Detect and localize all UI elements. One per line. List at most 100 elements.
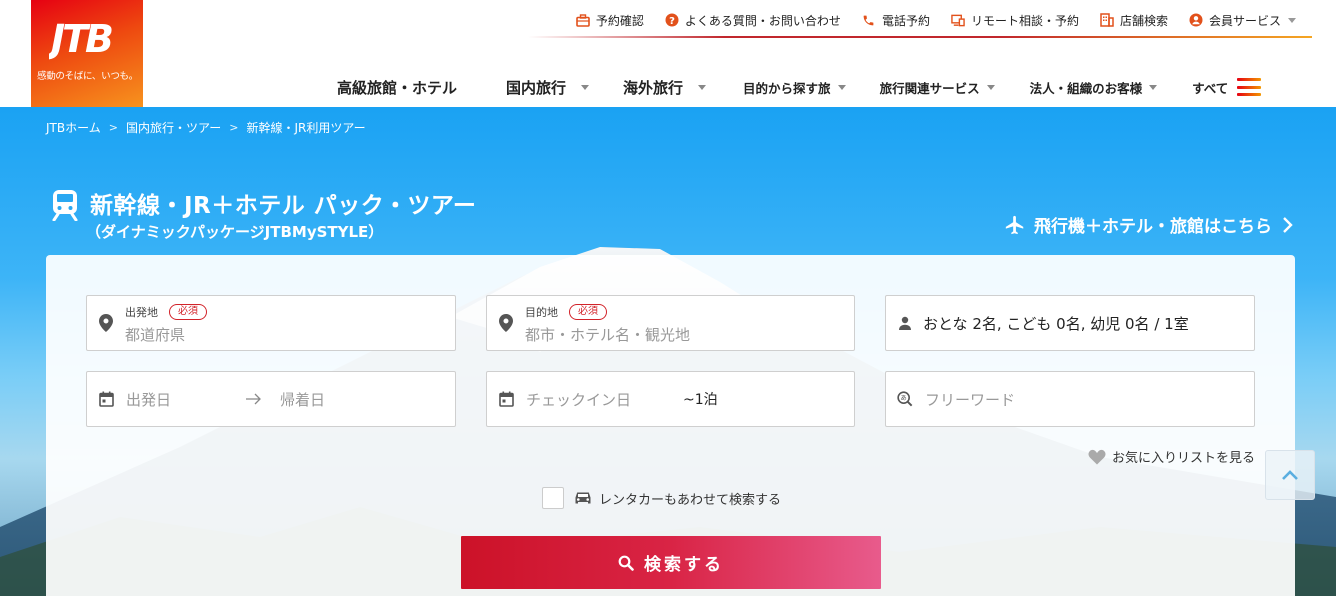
breadcrumb-domestic[interactable]: 国内旅行・ツアー [126,119,221,136]
heart-icon [1088,449,1106,464]
nav-overseas-travel-label: 海外旅行 [623,78,684,97]
nav-domestic-travel[interactable]: 国内旅行 [506,77,590,98]
origin-label: 出発地 [125,306,158,319]
chevron-down-icon [698,84,707,90]
required-badge: 必須 [569,304,607,320]
required-badge: 必須 [169,304,207,320]
location-pin-icon [98,314,114,332]
depart-date-placeholder: 出発日 [126,390,172,409]
rental-car-checkbox[interactable] [542,487,564,509]
chevron-right-icon: > [108,121,118,134]
util-faq-contact-label: よくある質問・お問い合わせ [684,13,841,28]
svg-text:?: ? [669,16,675,27]
origin-field[interactable]: 出発地 必須 都道府県 [86,295,456,351]
arrow-right-icon [246,393,261,405]
svg-text:あ: あ [901,395,907,402]
chevron-down-icon [1149,84,1158,90]
search-icon [618,555,634,571]
nav-corporate[interactable]: 法人・組織のお客様 [1030,78,1158,97]
nav-domestic-travel-label: 国内旅行 [506,78,567,97]
nav-corporate-label: 法人・組織のお客様 [1029,80,1143,96]
site-header: JTB 感動のそばに、いつも。 予約確認 ? よくある質問・お問い合わせ 電話予… [0,0,1336,107]
phone-icon [862,13,876,27]
main-nav: 高級旅館・ホテル 国内旅行 海外旅行 目的から探す旅 旅行関連サービス 法人・組… [337,74,1262,100]
question-icon: ? [665,13,679,27]
destination-label: 目的地 [525,306,558,319]
chevron-right-icon: > [229,121,239,134]
util-faq-contact[interactable]: ? よくある質問・お問い合わせ [665,12,841,29]
store-icon [1100,13,1114,27]
jtb-logo-mark: JTB [49,17,115,60]
page-subtitle: （ダイナミックパッケージJTBMySTYLE） [86,223,384,241]
util-phone-booking[interactable]: 電話予約 [862,12,930,29]
util-phone-booking-label: 電話予約 [881,13,930,28]
util-store-search-label: 店舗検索 [1119,13,1168,28]
nights-value: ~1泊 [683,392,718,408]
keyword-search-icon: あ [897,390,913,408]
hamburger-menu-icon [1237,78,1262,96]
checkin-placeholder: チェックイン日 [526,390,632,409]
destination-field[interactable]: 目的地 必須 都市・ホテル名・観光地 [486,295,855,351]
nav-luxury-ryokan-hotel-label: 高級旅館・ホテル [337,78,458,97]
chevron-up-icon [1282,470,1298,480]
calendar-icon [498,390,514,408]
calendar-icon [98,390,114,408]
chevron-down-icon [581,84,590,90]
util-member-services[interactable]: 会員サービス [1189,12,1296,29]
chevron-down-icon [986,84,995,90]
search-button[interactable]: 検索する [461,536,881,589]
chevron-right-icon [1283,216,1293,233]
util-reservation-check-label: 予約確認 [595,13,644,28]
chevron-down-icon [837,84,846,90]
favorites-link[interactable]: お気に入りリストを見る [1088,447,1255,466]
page-heading: 新幹線・JR＋ホテル パック・ツアー （ダイナミックパッケージJTBMySTYL… [51,186,476,242]
date-range-field[interactable]: 出発日 帰着日 [86,371,456,427]
utility-nav: 予約確認 ? よくある質問・お問い合わせ 電話予約 リモート相談・予約 店舗検索 [555,8,1296,32]
util-remote-consult-label: リモート相談・予約 [970,13,1079,28]
rental-car-label: レンタカーもあわせて検索する [599,492,782,508]
train-icon [52,190,78,221]
nav-luxury-ryokan-hotel[interactable]: 高級旅館・ホテル [337,77,457,98]
origin-placeholder: 都道府県 [125,326,186,344]
util-nav-divider [528,36,1312,38]
nav-travel-services-label: 旅行関連サービス [879,80,980,96]
user-circle-icon [1189,13,1203,27]
nav-all[interactable]: すべて [1192,78,1262,97]
person-icon [897,314,913,332]
util-reservation-check[interactable]: 予約確認 [576,12,644,29]
checkin-field[interactable]: チェックイン日 ~1泊 [486,371,855,427]
car-icon [575,492,591,504]
util-member-services-label: 会員サービス [1208,13,1281,28]
travelers-field[interactable]: おとな 2名, こども 0名, 幼児 0名 / 1室 [885,295,1255,351]
search-button-label: 検索する [644,555,724,575]
remote-consult-icon [951,13,965,27]
breadcrumb-home[interactable]: JTBホーム [46,119,101,136]
svg-text:JTB: JTB [49,17,112,60]
hero-section: JTBホーム > 国内旅行・ツアー > 新幹線・JR利用ツアー 新幹線・JR＋ホ… [0,107,1336,596]
airplane-icon [1005,215,1024,234]
destination-placeholder: 都市・ホテル名・観光地 [525,326,691,344]
flight-hotel-link[interactable]: 飛行機＋ホテル・旅館はこちら [1004,212,1294,237]
chevron-down-icon [1288,17,1296,23]
breadcrumb-current: 新幹線・JR利用ツアー [246,121,366,135]
util-remote-consult[interactable]: リモート相談・予約 [951,12,1079,29]
back-to-top-button[interactable] [1265,450,1315,500]
breadcrumb: JTBホーム > 国内旅行・ツアー > 新幹線・JR利用ツアー [46,119,366,136]
favorites-link-label: お気に入りリストを見る [1111,451,1255,466]
nav-all-label: すべて [1192,80,1229,96]
logo-tagline: 感動のそばに、いつも。 [37,71,138,82]
travelers-value: おとな 2名, こども 0名, 幼児 0名 / 1室 [923,314,1189,333]
page-title: 新幹線・JR＋ホテル パック・ツアー [90,193,477,219]
return-date-placeholder: 帰着日 [280,390,326,409]
keyword-placeholder: フリーワード [925,390,1016,409]
nav-purpose-travel-label: 目的から探す旅 [743,80,831,96]
rental-car-option: レンタカーもあわせて検索する [542,487,781,509]
nav-travel-services[interactable]: 旅行関連サービス [880,78,995,97]
util-store-search[interactable]: 店舗検索 [1100,12,1168,29]
nav-overseas-travel[interactable]: 海外旅行 [623,77,707,98]
jtb-logo[interactable]: JTB 感動のそばに、いつも。 [31,0,143,107]
search-panel: 出発地 必須 都道府県 目的地 必須 都市・ホテル名・観光地 おとな 2名, こ… [46,255,1295,596]
briefcase-icon [576,13,590,27]
nav-purpose-travel[interactable]: 目的から探す旅 [743,78,846,97]
keyword-field[interactable]: あ フリーワード [885,371,1255,427]
